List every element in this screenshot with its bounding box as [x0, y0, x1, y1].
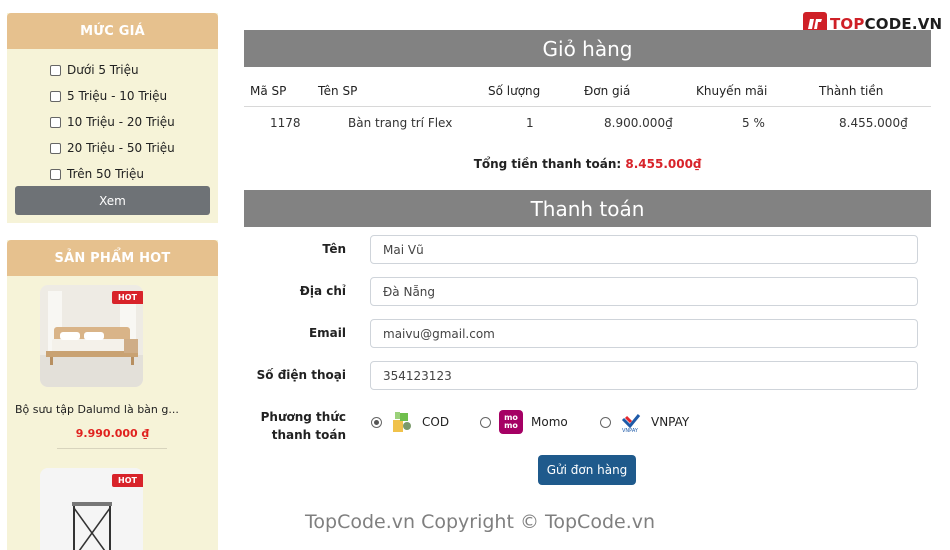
price-filter-panel: MỨC GIÁ Dưới 5 Triệu 5 Triệu - 10 Triệu …: [7, 13, 218, 223]
payment-option-momo[interactable]: mo mo Momo: [480, 408, 568, 436]
total-value: 8.455.000₫: [625, 157, 702, 171]
product-divider: [57, 448, 167, 449]
price-option-over-50m[interactable]: Trên 50 Triệu: [50, 161, 218, 187]
price-filter-list: Dưới 5 Triệu 5 Triệu - 10 Triệu 10 Triệu…: [7, 49, 218, 187]
hot-products-panel: SẢN PHẨM HOT HOT Bộ sưu tập Dalumd là bà…: [7, 240, 218, 550]
price-option-label: 10 Triệu - 20 Triệu: [67, 115, 175, 129]
form-row-email: Email: [244, 319, 931, 349]
product-price: 9.990.000 ₫: [75, 427, 150, 440]
address-label: Địa chỉ: [299, 284, 346, 298]
hot-products-title: SẢN PHẨM HOT: [7, 240, 218, 276]
form-row-name: Tên: [244, 235, 931, 265]
payment-option-label: COD: [422, 415, 450, 429]
price-filter-title: MỨC GIÁ: [7, 13, 218, 49]
cell-discount: 5 %: [742, 116, 765, 131]
form-row-address: Địa chỉ: [244, 277, 931, 307]
payment-method-label: Phương thức thanh toán: [244, 408, 346, 444]
cell-unit-price: 8.900.000₫: [604, 116, 673, 131]
col-header-quantity: Số lượng: [488, 76, 584, 107]
checkbox[interactable]: [50, 64, 61, 76]
email-input[interactable]: [370, 319, 918, 348]
product-image-bed[interactable]: HOT: [40, 285, 143, 387]
phone-input[interactable]: [370, 361, 918, 390]
payment-title: Thanh toán: [244, 190, 931, 227]
col-header-discount: Khuyến mãi: [696, 76, 819, 107]
product-name[interactable]: Bộ sưu tập Dalumd là bàn g...: [15, 403, 215, 416]
cart-title: Giỏ hàng: [244, 30, 931, 67]
form-row-phone: Số điện thoại: [244, 361, 931, 391]
name-label: Tên: [322, 242, 346, 256]
submit-order-button[interactable]: Gửi đơn hàng: [538, 455, 636, 485]
total-label: Tổng tiền thanh toán:: [473, 157, 622, 171]
radio-cod[interactable]: [371, 416, 382, 428]
price-option-label: 20 Triệu - 50 Triệu: [67, 141, 175, 155]
col-header-product-id: Mã SP: [244, 76, 318, 107]
cart-total: Tổng tiền thanh toán: 8.455.000₫: [244, 157, 931, 171]
vnpay-icon: VNPAY: [619, 410, 643, 434]
cart-table: Mã SP Tên SP Số lượng Đơn giá Khuyến mãi…: [244, 76, 931, 140]
price-option-20m-50m[interactable]: 20 Triệu - 50 Triệu: [50, 135, 218, 161]
phone-label: Số điện thoại: [256, 368, 346, 382]
name-input[interactable]: [370, 235, 918, 264]
cell-total: 8.455.000₫: [839, 116, 908, 131]
table-row: 1178 Bàn trang trí Flex 1 8.900.000₫ 5 %…: [244, 106, 931, 140]
watermark: TopCode.vn Copyright © TopCode.vn: [305, 511, 656, 533]
cod-icon: [390, 410, 414, 434]
payment-option-label: VNPAY: [651, 415, 690, 429]
price-option-under-5m[interactable]: Dưới 5 Triệu: [50, 57, 218, 83]
col-header-unit-price: Đơn giá: [584, 76, 696, 107]
payment-method-label-line2: thanh toán: [271, 428, 346, 442]
price-option-5m-10m[interactable]: 5 Triệu - 10 Triệu: [50, 83, 218, 109]
col-header-product-name: Tên SP: [318, 76, 488, 107]
payment-option-label: Momo: [531, 415, 568, 429]
payment-option-cod[interactable]: COD: [371, 408, 449, 436]
svg-text:VNPAY: VNPAY: [622, 428, 639, 433]
radio-momo[interactable]: [480, 416, 491, 428]
cell-product-name: Bàn trang trí Flex: [348, 116, 453, 131]
price-option-label: 5 Triệu - 10 Triệu: [67, 89, 168, 103]
payment-option-vnpay[interactable]: VNPAY VNPAY: [600, 408, 689, 436]
hot-badge: HOT: [112, 291, 143, 304]
hot-badge: HOT: [112, 474, 143, 487]
col-header-total: Thành tiền: [819, 76, 931, 107]
cell-quantity: 1: [526, 116, 534, 131]
radio-vnpay[interactable]: [600, 416, 611, 428]
product-image-side-table[interactable]: HOT: [40, 468, 143, 550]
momo-icon: mo mo: [499, 410, 523, 434]
view-button[interactable]: Xem: [15, 186, 210, 215]
checkbox[interactable]: [50, 90, 61, 102]
price-option-10m-20m[interactable]: 10 Triệu - 20 Triệu: [50, 109, 218, 135]
address-input[interactable]: [370, 277, 918, 306]
email-label: Email: [308, 326, 346, 340]
checkbox[interactable]: [50, 168, 61, 180]
cell-product-id: 1178: [270, 116, 301, 131]
checkbox[interactable]: [50, 142, 61, 154]
sidebar: MỨC GIÁ Dưới 5 Triệu 5 Triệu - 10 Triệu …: [0, 0, 226, 550]
cart-table-header: Mã SP Tên SP Số lượng Đơn giá Khuyến mãi…: [244, 76, 931, 107]
payment-method-label-line1: Phương thức: [260, 410, 346, 424]
checkbox[interactable]: [50, 116, 61, 128]
price-option-label: Trên 50 Triệu: [67, 167, 144, 181]
price-option-label: Dưới 5 Triệu: [67, 63, 139, 77]
